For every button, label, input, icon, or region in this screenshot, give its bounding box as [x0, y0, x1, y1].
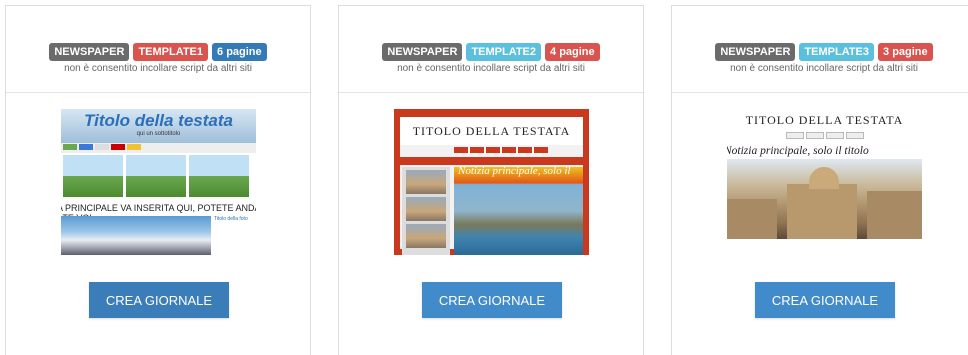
template-badge: TEMPLATE3: [799, 43, 875, 61]
script-note: non è consentito incollare script da alt…: [730, 63, 918, 74]
pages-badge: 3 pagine: [878, 43, 933, 61]
pages-badge: 4 pagine: [545, 43, 600, 61]
preview-photo: [61, 216, 211, 255]
crea-giornale-button[interactable]: CREA GIORNALE: [89, 282, 229, 318]
template-preview-image: TITOLO DELLA TESTATA Notizia principale,…: [394, 109, 589, 255]
newspaper-badge: NEWSPAPER: [49, 43, 130, 61]
preview-side-text: Titolo della foto: [211, 216, 256, 255]
template-preview-image: TITOLO DELLA TESTATA Notizia principale,…: [727, 109, 922, 255]
preview-title: Titolo della testata: [84, 111, 233, 130]
preview-title: TITOLO DELLA TESTATA: [745, 113, 904, 127]
preview-thumbnails: [61, 153, 256, 199]
template-card-2: NEWSPAPER TEMPLATE2 4 pagine non è conse…: [338, 5, 644, 355]
crea-giornale-button[interactable]: CREA GIORNALE: [755, 282, 895, 318]
newspaper-badge: NEWSPAPER: [715, 43, 796, 61]
pages-badge: 6 pagine: [212, 43, 267, 61]
preview-sidebar: [402, 167, 450, 255]
template-card-3: NEWSPAPER TEMPLATE3 3 pagine non è conse…: [671, 5, 968, 355]
script-note: non è consentito incollare script da alt…: [64, 63, 252, 74]
preview-photo: Notizia principale, solo il: [454, 165, 583, 255]
script-note: non è consentito incollare script da alt…: [397, 63, 585, 74]
preview-photo: [727, 159, 922, 239]
crea-giornale-button[interactable]: CREA GIORNALE: [422, 282, 562, 318]
preview-nav: [727, 132, 922, 139]
card-header: NEWSPAPER TEMPLATE3 3 pagine non è conse…: [672, 6, 968, 93]
card-header: NEWSPAPER TEMPLATE1 6 pagine non è conse…: [6, 6, 310, 93]
template-badge: TEMPLATE2: [466, 43, 542, 61]
template-card-1: NEWSPAPER TEMPLATE1 6 pagine non è conse…: [5, 5, 311, 355]
preview-caption: Notizia principale, solo il: [458, 165, 571, 177]
card-header: NEWSPAPER TEMPLATE2 4 pagine non è conse…: [339, 6, 643, 93]
preview-nav: [454, 147, 548, 153]
preview-nav: [61, 143, 256, 153]
preview-title: TITOLO DELLA TESTATA: [400, 117, 583, 145]
template-badge: TEMPLATE1: [133, 43, 209, 61]
newspaper-badge: NEWSPAPER: [382, 43, 463, 61]
template-preview-image: Titolo della testata qui un sottotitolo …: [61, 109, 256, 255]
preview-lead: Notizia principale, solo il titolo: [727, 145, 869, 157]
preview-subtitle: qui un sottotitolo: [136, 131, 181, 137]
